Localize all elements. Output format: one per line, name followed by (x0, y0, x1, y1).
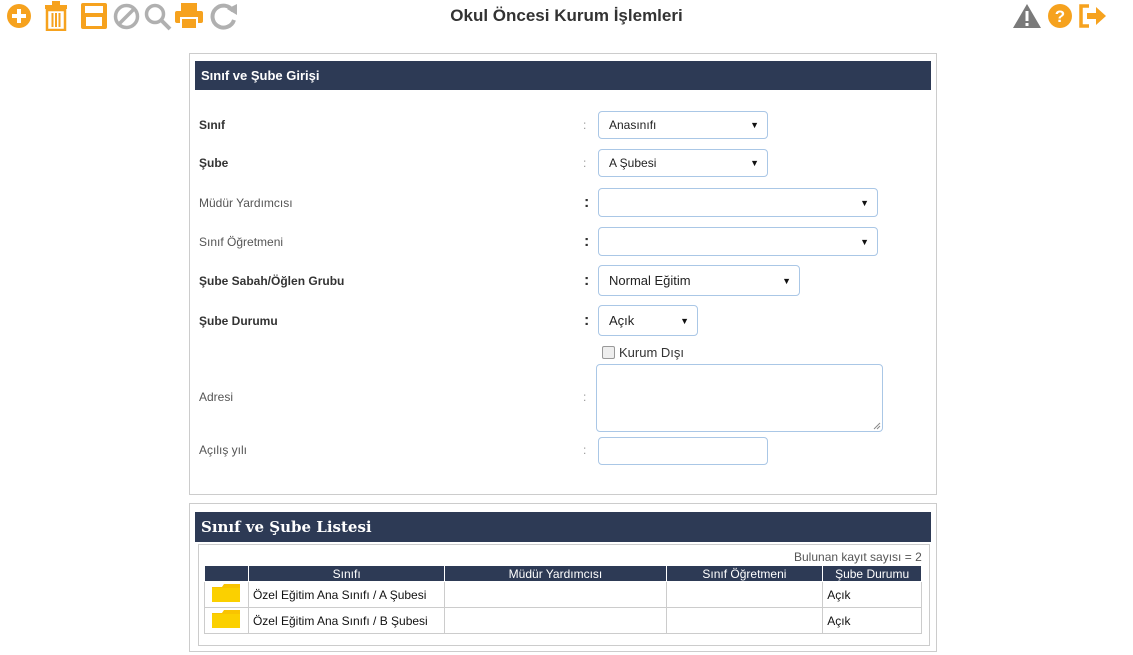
chevron-down-icon: ▼ (782, 275, 791, 286)
colon: : (583, 390, 587, 404)
sabah-oglen-select[interactable]: Normal Eğitim ▼ (598, 265, 800, 296)
help-icon[interactable]: ? (1047, 3, 1073, 29)
table-header-row: Sınıfı Müdür Yardımcısı Sınıf Öğretmeni … (204, 565, 922, 582)
cell-mudur (444, 581, 667, 608)
svg-text:?: ? (1055, 7, 1065, 26)
column-header-durum[interactable]: Şube Durumu (822, 565, 922, 582)
cell-durum: Açık (822, 607, 922, 634)
colon: : (584, 312, 590, 329)
acilis-yili-input[interactable] (598, 437, 768, 465)
folder-cell[interactable] (204, 607, 249, 634)
colon: : (584, 233, 590, 250)
sinif-ogretmeni-label: Sınıf Öğretmeni (199, 235, 284, 249)
exit-icon[interactable] (1078, 3, 1108, 29)
colon: : (583, 443, 587, 457)
folder-cell[interactable] (204, 581, 249, 608)
colon: : (583, 118, 587, 132)
folder-icon[interactable] (211, 609, 241, 629)
chevron-down-icon: ▼ (860, 197, 869, 208)
record-count: Bulunan kayıt sayısı = 2 (794, 550, 922, 564)
column-header-sinifi[interactable]: Sınıfı (247, 565, 446, 582)
adresi-label: Adresi (199, 390, 234, 404)
sube-label: Şube (199, 156, 229, 170)
folder-icon[interactable] (211, 583, 241, 603)
table-row[interactable]: Özel Eğitim Ana Sınıfı / B Şubesi Açık (204, 607, 922, 634)
sinif-ogretmeni-select[interactable]: ▼ (598, 227, 878, 256)
column-header-ogretmen[interactable]: Sınıf Öğretmeni (665, 565, 824, 582)
sabah-oglen-select-value: Normal Eğitim (609, 273, 691, 288)
table-row[interactable]: Özel Eğitim Ana Sınıfı / A Şubesi Açık (204, 581, 922, 608)
cell-sinifi: Özel Eğitim Ana Sınıfı / A Şubesi (247, 581, 446, 608)
colon: : (584, 194, 590, 211)
warning-icon[interactable] (1012, 3, 1042, 29)
sube-durumu-select-value: Açık (609, 313, 635, 328)
chevron-down-icon: ▼ (750, 158, 759, 168)
column-header-icon (204, 565, 249, 582)
resize-handle-icon[interactable] (873, 422, 881, 430)
chevron-down-icon: ▼ (750, 120, 759, 130)
sube-durumu-label: Şube Durumu (199, 314, 278, 328)
kurum-disi-checkbox[interactable]: Kurum Dışı (602, 345, 684, 360)
sabah-oglen-label: Şube Sabah/Öğlen Grubu (199, 274, 345, 288)
colon: : (584, 272, 590, 289)
toolbar: Okul Öncesi Kurum İşlemleri ? (0, 0, 1133, 32)
kurum-disi-label: Kurum Dışı (619, 345, 685, 360)
list-panel-header: Sınıf ve Şube Listesi (195, 512, 931, 542)
acilis-yili-label: Açılış yılı (199, 443, 248, 457)
form-panel-header: Sınıf ve Şube Girişi (195, 61, 931, 90)
cell-durum: Açık (822, 581, 922, 608)
list-panel-title: Sınıf ve Şube Listesi (201, 518, 372, 536)
mudur-yardimcisi-select[interactable]: ▼ (598, 188, 878, 217)
cell-ogretmen (665, 581, 824, 608)
adresi-textarea[interactable] (596, 364, 883, 432)
checkbox-box[interactable] (602, 346, 615, 359)
cell-ogretmen (665, 607, 824, 634)
chevron-down-icon: ▼ (860, 236, 869, 247)
cell-mudur (444, 607, 667, 634)
sube-select-value: A Şubesi (609, 156, 657, 170)
mudur-yardimcisi-label: Müdür Yardımcısı (199, 196, 293, 210)
chevron-down-icon: ▼ (680, 315, 689, 326)
page-title: Okul Öncesi Kurum İşlemleri (450, 6, 683, 25)
cell-sinifi: Özel Eğitim Ana Sınıfı / B Şubesi (247, 607, 446, 634)
sinif-select[interactable]: Anasınıfı ▼ (598, 111, 768, 139)
sinif-select-value: Anasınıfı (609, 118, 657, 132)
sube-select[interactable]: A Şubesi ▼ (598, 149, 768, 177)
colon: : (583, 156, 587, 170)
column-header-mudur[interactable]: Müdür Yardımcısı (444, 565, 667, 582)
sinif-label: Sınıf (199, 118, 225, 132)
form-panel-title: Sınıf ve Şube Girişi (201, 68, 320, 83)
sube-durumu-select[interactable]: Açık ▼ (598, 305, 698, 336)
list-table: Sınıfı Müdür Yardımcısı Sınıf Öğretmeni … (204, 565, 922, 634)
